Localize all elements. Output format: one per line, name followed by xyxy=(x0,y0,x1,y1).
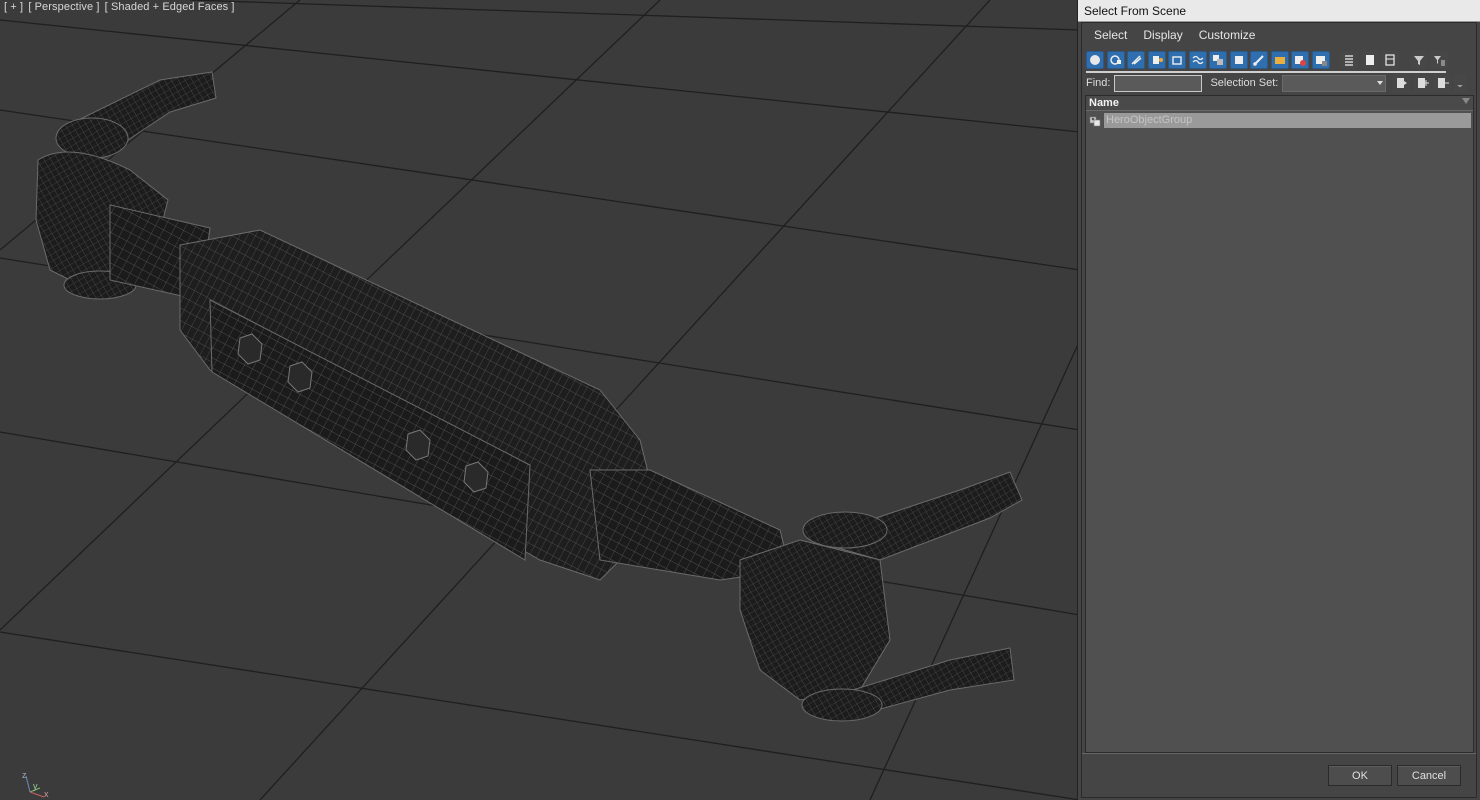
display-containers-icon[interactable] xyxy=(1270,51,1289,69)
add-to-set-icon[interactable] xyxy=(1412,74,1431,92)
display-frozen-icon[interactable] xyxy=(1291,51,1309,69)
filter-options-icon[interactable] xyxy=(1430,51,1448,69)
group-icon xyxy=(1089,116,1101,126)
viewport-perspective[interactable]: [ + ] [ Perspective ] [ Shaded + Edged F… xyxy=(0,0,1080,800)
select-from-scene-dialog: Select From Scene Select Display Customi… xyxy=(1077,0,1480,800)
list-item[interactable]: HeroObjectGroup xyxy=(1086,112,1473,129)
sort-arrow-icon xyxy=(1462,98,1470,104)
chevron-down-icon xyxy=(1377,81,1384,85)
find-input[interactable] xyxy=(1114,74,1203,92)
dialog-footer: OK Cancel xyxy=(1082,753,1476,797)
scene-render xyxy=(0,0,1080,800)
display-lights-icon[interactable] xyxy=(1127,51,1145,69)
remove-from-set-icon[interactable] xyxy=(1433,74,1452,92)
display-bones-icon[interactable] xyxy=(1250,51,1268,69)
column-header-name[interactable]: Name xyxy=(1086,96,1473,111)
gizmo-x-label: x xyxy=(44,789,49,799)
display-hidden-icon[interactable] xyxy=(1311,51,1330,69)
dialog-title[interactable]: Select From Scene xyxy=(1078,0,1480,22)
gizmo-z-label: z xyxy=(22,770,27,780)
viewport-label[interactable]: [ + ] [ Perspective ] [ Shaded + Edged F… xyxy=(4,1,237,13)
display-shapes-icon[interactable] xyxy=(1106,51,1125,69)
display-toolbar xyxy=(1086,49,1451,71)
list-view-icon[interactable] xyxy=(1340,51,1358,69)
display-spacewarps-icon[interactable] xyxy=(1188,51,1207,69)
dialog-body: Select Display Customize Find: Selection… xyxy=(1081,22,1477,798)
display-groups-icon[interactable] xyxy=(1209,51,1227,69)
selection-set-dropdown[interactable] xyxy=(1282,74,1387,92)
filter-icon[interactable] xyxy=(1409,51,1428,69)
find-row: Find: Selection Set: xyxy=(1086,73,1476,93)
scene-object-list[interactable]: Name HeroObjectGroup xyxy=(1085,95,1474,753)
viewport-point-of-view[interactable]: [ Perspective ] xyxy=(28,1,99,13)
gizmo-y-label: y xyxy=(33,781,38,791)
menu-display[interactable]: Display xyxy=(1135,25,1190,45)
display-cameras-icon[interactable] xyxy=(1147,51,1166,69)
expand-options-icon[interactable] xyxy=(1453,74,1466,92)
none-view-icon[interactable] xyxy=(1360,51,1379,69)
right-fork-arm xyxy=(739,471,1023,722)
display-helpers-icon[interactable] xyxy=(1168,51,1186,69)
menu-customize[interactable]: Customize xyxy=(1191,25,1264,45)
main-cylinder xyxy=(179,229,661,581)
cancel-button[interactable]: Cancel xyxy=(1397,765,1461,786)
display-xrefs-icon[interactable] xyxy=(1229,51,1248,69)
menu-select[interactable]: Select xyxy=(1086,25,1135,45)
selection-set-label: Selection Set: xyxy=(1210,77,1279,89)
all-view-icon[interactable] xyxy=(1381,51,1399,69)
display-geometry-icon[interactable] xyxy=(1086,51,1104,69)
create-set-icon[interactable] xyxy=(1392,74,1411,92)
viewport-menu-plus[interactable]: [ + ] xyxy=(4,1,23,13)
menu-bar: Select Display Customize xyxy=(1086,25,1263,45)
column-header-label: Name xyxy=(1089,97,1119,109)
viewport-shading-mode[interactable]: [ Shaded + Edged Faces ] xyxy=(105,1,235,13)
list-item-label: HeroObjectGroup xyxy=(1104,113,1471,128)
find-label: Find: xyxy=(1086,77,1111,89)
ok-button[interactable]: OK xyxy=(1328,765,1392,786)
